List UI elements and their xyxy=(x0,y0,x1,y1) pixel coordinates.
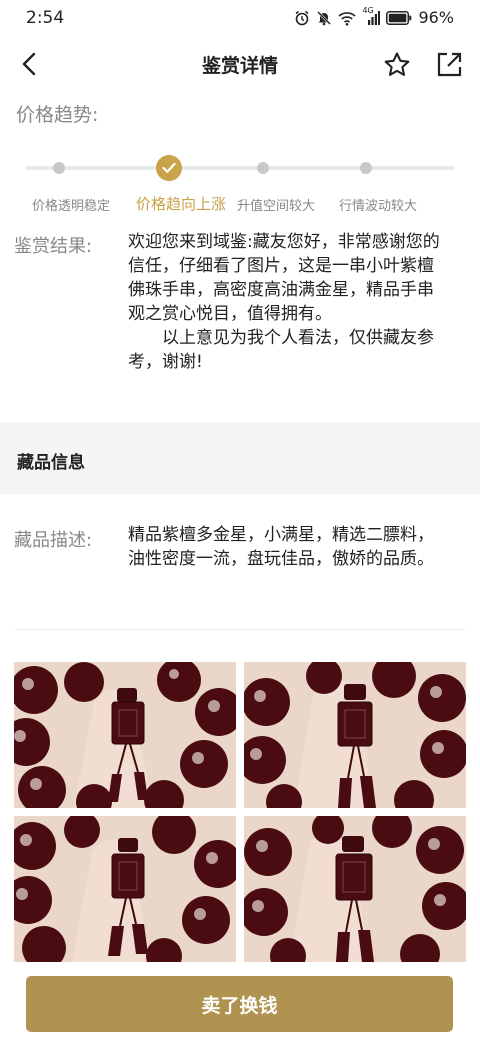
appraisal-result-text: 欢迎您来到域鉴:藏友您好，非常感谢您的信任，仔细看了图片，这是一串小叶紫檀佛珠手… xyxy=(128,230,448,374)
item-photo-1[interactable] xyxy=(14,662,236,808)
trend-option-rising[interactable]: 价格趋向上涨 xyxy=(136,193,226,214)
trend-option-appreciation[interactable]: 升值空间较大 xyxy=(237,195,315,214)
trend-dot-appreciation[interactable] xyxy=(257,162,269,174)
back-button[interactable] xyxy=(12,46,48,82)
bead-bracelet-image xyxy=(244,816,466,962)
trend-option-volatile[interactable]: 行情波动较大 xyxy=(339,195,417,214)
trend-dot-stable[interactable] xyxy=(53,162,65,174)
sell-button[interactable]: 卖了换钱 xyxy=(26,976,453,1032)
item-photo-3[interactable] xyxy=(14,816,236,962)
mute-icon xyxy=(316,10,332,26)
price-trend-label: 价格趋势: xyxy=(16,104,99,126)
photo-grid xyxy=(14,662,466,962)
share-icon xyxy=(437,52,462,77)
collection-desc-label: 藏品描述: xyxy=(14,530,93,551)
bead-bracelet-image xyxy=(14,816,236,962)
battery-percentage: 96% xyxy=(418,8,454,27)
trend-dot-volatile[interactable] xyxy=(360,162,372,174)
nav-bar: 鉴赏详情 xyxy=(0,36,480,92)
item-photo-2[interactable] xyxy=(244,662,466,808)
collection-info-title: 藏品信息 xyxy=(17,453,85,473)
signal-icon: 4G xyxy=(362,6,381,26)
item-photo-4[interactable] xyxy=(244,816,466,962)
check-icon xyxy=(162,162,176,173)
status-bar: 2:54 4G 96% xyxy=(0,0,480,36)
bottom-bar: 卖了换钱 xyxy=(0,962,480,1040)
status-icons: 4G 96% xyxy=(294,6,454,27)
back-arrow-icon xyxy=(22,52,36,76)
collection-info-header: 藏品信息 xyxy=(0,422,480,494)
appraisal-paragraph-1: 欢迎您来到域鉴:藏友您好，非常感谢您的信任，仔细看了图片，这是一串小叶紫檀佛珠手… xyxy=(128,232,440,324)
favorite-button[interactable] xyxy=(380,48,414,82)
star-icon xyxy=(384,52,410,76)
price-trend-track xyxy=(26,166,454,170)
collection-desc-text: 精品紫檀多金星，小满星，精选二膘料，油性密度一流，盘玩佳品，傲娇的品质。 xyxy=(128,525,434,569)
appraisal-paragraph-2: 以上意见为我个人看法，仅供藏友参考，谢谢! xyxy=(128,328,434,372)
share-button[interactable] xyxy=(432,48,466,82)
divider xyxy=(14,629,466,630)
bead-bracelet-image xyxy=(14,662,236,808)
status-time: 2:54 xyxy=(26,8,65,28)
trend-dot-rising[interactable] xyxy=(156,155,182,181)
network-type: 4G xyxy=(362,5,374,15)
battery-icon xyxy=(386,10,412,25)
wifi-icon xyxy=(338,10,357,26)
trend-option-stable[interactable]: 价格透明稳定 xyxy=(32,195,110,214)
alarm-icon xyxy=(294,10,310,26)
bead-bracelet-image xyxy=(244,662,466,808)
appraisal-result-label: 鉴赏结果: xyxy=(14,236,93,257)
